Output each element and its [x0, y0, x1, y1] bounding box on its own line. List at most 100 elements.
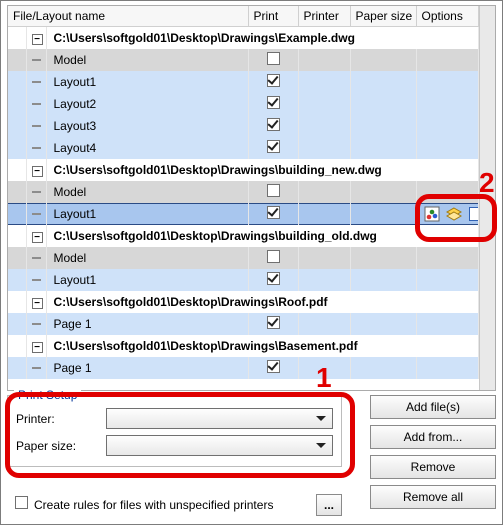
paper-cell[interactable] — [350, 203, 416, 225]
printer-cell[interactable] — [298, 269, 350, 291]
file-path: C:\Users\softgold01\Desktop\Drawings\Exa… — [52, 31, 355, 45]
printer-cell[interactable] — [298, 71, 350, 93]
layout-row[interactable]: Layout4 — [8, 137, 479, 159]
tree-branch-icon — [32, 191, 41, 193]
paper-cell[interactable] — [350, 93, 416, 115]
options-cell[interactable] — [416, 181, 479, 203]
remove-button[interactable]: Remove — [370, 455, 496, 479]
options-cell[interactable] — [416, 313, 479, 335]
file-row[interactable]: − C:\Users\softgold01\Desktop\Drawings\b… — [8, 225, 479, 247]
print-checkbox[interactable] — [267, 184, 280, 197]
options-cell[interactable] — [416, 137, 479, 159]
tree-branch-icon — [32, 257, 41, 259]
print-checkbox[interactable] — [267, 360, 280, 373]
paper-size-combobox[interactable] — [106, 435, 333, 456]
collapse-icon[interactable]: − — [32, 34, 43, 45]
file-row[interactable]: − C:\Users\softgold01\Desktop\Drawings\E… — [8, 27, 479, 49]
paper-cell[interactable] — [350, 313, 416, 335]
tree-branch-icon — [32, 147, 41, 149]
options-cell[interactable] — [416, 247, 479, 269]
tree-branch-icon — [32, 125, 41, 127]
layout-row[interactable]: Model — [8, 49, 479, 71]
layout-row[interactable]: Layout3 — [8, 115, 479, 137]
rules-browse-button[interactable]: ... — [316, 494, 342, 516]
paper-cell[interactable] — [350, 357, 416, 379]
layout-row[interactable]: Layout1 — [8, 203, 479, 225]
print-checkbox[interactable] — [267, 52, 280, 65]
printer-cell[interactable] — [298, 203, 350, 225]
rules-label: Create rules for files with unspecified … — [34, 498, 310, 512]
print-checkbox[interactable] — [267, 250, 280, 263]
printer-combobox[interactable] — [106, 408, 333, 429]
rules-checkbox[interactable] — [15, 496, 28, 509]
printer-cell[interactable] — [298, 115, 350, 137]
layers-icon[interactable] — [446, 206, 462, 222]
file-row[interactable]: − C:\Users\softgold01\Desktop\Drawings\b… — [8, 159, 479, 181]
remove-all-button[interactable]: Remove all — [370, 485, 496, 509]
options-cell[interactable] — [416, 357, 479, 379]
add-from-button[interactable]: Add from... — [370, 425, 496, 449]
side-buttons: Add file(s) Add from... Remove Remove al… — [370, 395, 496, 518]
options-cell[interactable] — [416, 71, 479, 93]
paper-cell[interactable] — [350, 71, 416, 93]
printer-cell[interactable] — [298, 247, 350, 269]
printer-cell[interactable] — [298, 93, 350, 115]
printer-cell[interactable] — [298, 313, 350, 335]
options-cell[interactable] — [416, 115, 479, 137]
print-checkbox[interactable] — [267, 74, 280, 87]
plot-style-icon[interactable] — [424, 206, 440, 222]
paper-size-label: Paper size: — [16, 439, 96, 453]
collapse-icon[interactable]: − — [32, 232, 43, 243]
print-checkbox[interactable] — [267, 96, 280, 109]
file-path: C:\Users\softgold01\Desktop\Drawings\Bas… — [52, 339, 358, 353]
print-setup-title: Print Setup — [14, 388, 81, 402]
layout-name: Model — [52, 185, 87, 199]
options-cell[interactable] — [416, 269, 479, 291]
print-checkbox[interactable] — [267, 316, 280, 329]
file-row[interactable]: − C:\Users\softgold01\Desktop\Drawings\R… — [8, 291, 479, 313]
printer-cell[interactable] — [298, 357, 350, 379]
view-icon[interactable] — [468, 206, 479, 222]
column-header-paper[interactable]: Paper size — [350, 6, 416, 27]
tree-branch-icon — [32, 59, 41, 61]
print-checkbox[interactable] — [267, 118, 280, 131]
collapse-icon[interactable]: − — [32, 166, 43, 177]
print-checkbox[interactable] — [267, 206, 280, 219]
layout-name: Layout4 — [52, 141, 97, 155]
add-files-button[interactable]: Add file(s) — [370, 395, 496, 419]
vertical-scrollbar[interactable] — [479, 6, 495, 390]
print-checkbox[interactable] — [267, 272, 280, 285]
column-header-printer[interactable]: Printer — [298, 6, 350, 27]
collapse-icon[interactable]: − — [32, 298, 43, 309]
column-header-name[interactable]: File/Layout name — [8, 6, 248, 27]
paper-cell[interactable] — [350, 137, 416, 159]
layout-name: Layout1 — [52, 273, 97, 287]
tree-branch-icon — [32, 213, 41, 215]
file-row[interactable]: − C:\Users\softgold01\Desktop\Drawings\B… — [8, 335, 479, 357]
printer-cell[interactable] — [298, 49, 350, 71]
layout-name: Layout3 — [52, 119, 97, 133]
paper-cell[interactable] — [350, 49, 416, 71]
layout-row[interactable]: Layout2 — [8, 93, 479, 115]
layout-row[interactable]: Page 1 — [8, 313, 479, 335]
paper-cell[interactable] — [350, 181, 416, 203]
layout-row[interactable]: Layout1 — [8, 71, 479, 93]
layout-row[interactable]: Model — [8, 247, 479, 269]
layout-name: Model — [52, 251, 87, 265]
column-header-options[interactable]: Options — [416, 6, 479, 27]
printer-cell[interactable] — [298, 137, 350, 159]
layout-row[interactable]: Layout1 — [8, 269, 479, 291]
options-cell[interactable] — [416, 49, 479, 71]
collapse-icon[interactable]: − — [32, 342, 43, 353]
paper-cell[interactable] — [350, 247, 416, 269]
layout-row[interactable]: Model — [8, 181, 479, 203]
file-layout-table: File/Layout name Print Printer Paper siz… — [8, 6, 479, 379]
printer-cell[interactable] — [298, 181, 350, 203]
paper-cell[interactable] — [350, 269, 416, 291]
layout-row[interactable]: Page 1 — [8, 357, 479, 379]
options-cell[interactable] — [416, 203, 479, 225]
print-checkbox[interactable] — [267, 140, 280, 153]
options-cell[interactable] — [416, 93, 479, 115]
paper-cell[interactable] — [350, 115, 416, 137]
column-header-print[interactable]: Print — [248, 6, 298, 27]
